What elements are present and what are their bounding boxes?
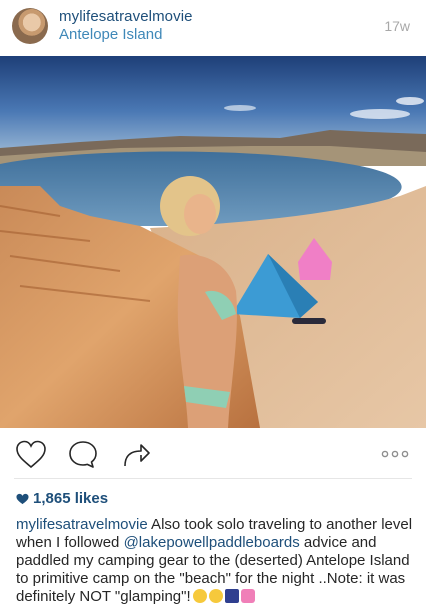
divider — [14, 478, 412, 479]
post-photo[interactable] — [0, 56, 426, 428]
more-dots-icon[interactable] — [380, 444, 410, 464]
caption-mention[interactable]: @lakepowellpaddleboards — [124, 534, 300, 551]
person-face — [184, 194, 216, 234]
avatar[interactable] — [12, 8, 48, 44]
likes-label: 1,865 likes — [33, 490, 109, 507]
caption-username[interactable]: mylifesatravelmovie — [16, 516, 148, 533]
heart-outline-icon[interactable] — [14, 438, 48, 472]
post-caption: mylifesatravelmovie Also took solo trave… — [16, 516, 414, 606]
post-actions-bar — [0, 428, 426, 480]
heart-filled-icon — [16, 493, 29, 504]
emoji-icon — [208, 589, 223, 603]
cloud — [224, 105, 256, 111]
cloud — [396, 97, 424, 105]
heart-emoji-icon — [240, 589, 255, 603]
cloud — [350, 109, 410, 119]
post-username[interactable]: mylifesatravelmovie — [59, 8, 193, 25]
comment-bubble-icon[interactable] — [66, 438, 100, 472]
gear — [292, 318, 326, 324]
post-time-ago: 17w — [384, 18, 410, 34]
likes-count[interactable]: 1,865 likes — [16, 490, 108, 507]
share-arrow-icon[interactable] — [119, 438, 153, 472]
post-location[interactable]: Antelope Island — [59, 26, 162, 43]
post-header: mylifesatravelmovie Antelope Island 17w — [0, 0, 426, 56]
emoji-icon — [192, 589, 207, 603]
flag-icon — [224, 589, 239, 603]
